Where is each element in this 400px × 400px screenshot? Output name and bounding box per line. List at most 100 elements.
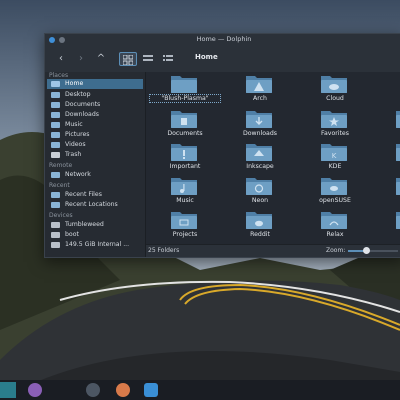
start-menu-icon[interactable] — [0, 382, 16, 398]
folder-item[interactable]: Reddit — [225, 209, 295, 245]
documents-icon — [51, 102, 60, 108]
section-devices: Devices — [49, 212, 73, 219]
folder-name: Cloud — [326, 95, 344, 102]
toolbar: ‹ › ^ Home — [45, 46, 400, 73]
app-icon-purple[interactable] — [28, 383, 42, 397]
folder-name: KDE — [328, 163, 342, 170]
file-view[interactable]: "Blush-Plasma" Arch Cloud Documents Down… — [146, 72, 400, 245]
folder-opensuse-icon — [321, 178, 347, 195]
sidebar-item-home[interactable]: Home — [47, 79, 143, 89]
drive-icon — [51, 232, 60, 238]
sidebar-item-downloads[interactable]: Downloads — [47, 110, 143, 120]
sidebar-item-label: Recent Locations — [65, 201, 118, 208]
folder-name: Inkscape — [246, 163, 274, 170]
places-panel: Places Home Desktop Documents Downloads … — [45, 72, 146, 257]
sidebar-item-recent-locations[interactable]: Recent Locations — [47, 200, 143, 210]
dolphin-window: Home — Dolphin ‹ › ^ Home Places Home De… — [44, 33, 400, 258]
folder-name: Pi — [375, 197, 400, 204]
dolphin-icon[interactable] — [144, 383, 158, 397]
folder-name: Documents — [167, 130, 203, 137]
folder-projects-icon — [171, 212, 197, 229]
zoom-slider-handle[interactable] — [362, 247, 370, 254]
folder-relax-icon — [321, 212, 347, 229]
sidebar-item-desktop[interactable]: Desktop — [47, 90, 143, 100]
drive-icon — [51, 242, 60, 248]
sidebar-item-music[interactable]: Music — [47, 120, 143, 130]
sidebar-item-label: Pictures — [65, 131, 90, 138]
folder-icon — [396, 212, 400, 229]
folder-name: Downloads — [243, 130, 277, 137]
folder-downloads-icon — [246, 111, 272, 128]
sidebar-item-tumbleweed[interactable]: Tumbleweed — [47, 220, 143, 230]
svg-text:K: K — [332, 152, 337, 160]
folder-icon — [396, 144, 400, 161]
details-view-button[interactable] — [161, 52, 175, 66]
folder-name: Projects — [172, 231, 198, 238]
sidebar-item-trash[interactable]: Trash — [47, 150, 143, 160]
folder-icon — [396, 178, 400, 195]
folder-item[interactable]: Projects — [150, 209, 220, 245]
desktop-icon — [51, 92, 60, 98]
sidebar-item-videos[interactable]: Videos — [47, 140, 143, 150]
forward-button[interactable]: › — [75, 52, 87, 66]
folder-item[interactable]: Cloud — [300, 73, 370, 113]
folder-reddit-icon — [246, 212, 272, 229]
breadcrumb[interactable]: Home — [195, 53, 218, 61]
grid-view-icon — [122, 54, 134, 66]
downloads-icon — [51, 112, 60, 118]
folder-count: 25 Folders — [148, 247, 180, 254]
taskbar — [0, 380, 400, 400]
chevron-up-icon: ^ — [96, 53, 106, 64]
back-button[interactable]: ‹ — [55, 52, 67, 66]
folder-icon — [171, 76, 197, 93]
folder-name: openSUSE — [319, 197, 351, 204]
up-button[interactable]: ^ — [95, 52, 107, 66]
folder-name: Favorites — [321, 130, 349, 137]
status-bar: 25 Folders Zoom: — [146, 244, 400, 257]
sidebar-item-boot[interactable]: boot — [47, 230, 143, 240]
details-view-icon — [163, 55, 173, 61]
folder-name: "Blush-Plasma" — [149, 94, 221, 103]
icons-view-button[interactable] — [119, 52, 137, 66]
chevron-right-icon: › — [79, 53, 83, 64]
network-icon — [51, 172, 60, 178]
folder-name: Arch — [253, 95, 267, 102]
folder-arch-icon — [246, 76, 272, 93]
compact-view-button[interactable] — [141, 52, 155, 66]
trash-icon — [51, 152, 60, 158]
folder-music-icon — [171, 178, 197, 195]
sidebar-item-label: Trash — [65, 151, 82, 158]
folder-cloud-icon — [321, 76, 347, 93]
sidebar-item-internal-drive[interactable]: 149.5 GiB Internal ... — [47, 240, 143, 250]
window-title: Home — Dolphin — [196, 35, 252, 43]
sidebar-item-recent-files[interactable]: Recent Files — [47, 190, 143, 200]
folder-item[interactable]: S — [375, 209, 400, 245]
home-icon — [51, 81, 60, 87]
pictures-icon — [51, 132, 60, 138]
folder-name: Important — [169, 163, 201, 170]
sidebar-item-pictures[interactable]: Pictures — [47, 130, 143, 140]
folder-documents-icon — [171, 111, 197, 128]
music-icon — [51, 122, 60, 128]
sidebar-item-documents[interactable]: Documents — [47, 100, 143, 110]
sidebar-item-label: Music — [65, 121, 83, 128]
folder-favorites-icon — [321, 111, 347, 128]
folder-name: G — [375, 130, 400, 137]
zoom-slider[interactable] — [348, 247, 398, 254]
folder-item[interactable]: Arch — [225, 73, 295, 113]
section-places: Places — [49, 72, 69, 79]
folder-name: Music — [176, 197, 194, 204]
title-bar[interactable]: Home — Dolphin — [45, 34, 400, 46]
folder-name: Neon — [251, 197, 269, 204]
settings-icon[interactable] — [86, 383, 100, 397]
app-icon-orange[interactable] — [116, 383, 130, 397]
sidebar-item-label: Desktop — [65, 91, 91, 98]
sidebar-item-network[interactable]: Network — [47, 170, 143, 180]
zoom-label: Zoom: — [326, 247, 346, 254]
folder-neon-icon — [246, 178, 272, 195]
folder-item[interactable]: "Blush-Plasma" — [149, 73, 221, 113]
folder-name: S — [375, 231, 400, 238]
folder-important-icon — [171, 144, 197, 161]
sidebar-item-label: Downloads — [65, 111, 99, 118]
folder-item[interactable]: Relax — [300, 209, 370, 245]
